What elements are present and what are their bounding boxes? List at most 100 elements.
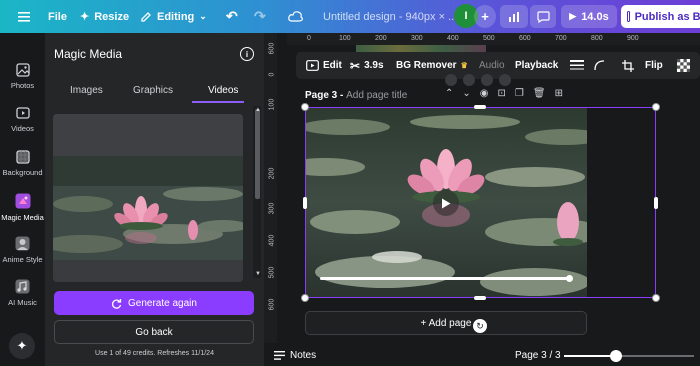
go-back-button[interactable]: Go back xyxy=(54,320,254,344)
notes-icon xyxy=(274,351,285,360)
resize-handle-right[interactable] xyxy=(654,197,658,209)
ruler-tick: 300 xyxy=(268,202,276,215)
rail-item-photos[interactable]: Photos xyxy=(0,63,45,90)
resize-handle-left[interactable] xyxy=(303,197,307,209)
page-title-row[interactable]: Page 3 - Add page title xyxy=(305,90,407,101)
notes-button[interactable]: Notes xyxy=(274,350,316,361)
resize-handle-top-right[interactable] xyxy=(652,103,660,111)
add-page-icon[interactable]: ⊞ xyxy=(555,88,563,99)
rail-label-background: Background xyxy=(2,168,43,177)
rail-label-ai-music: AI Music xyxy=(8,298,37,307)
insights-button[interactable] xyxy=(500,5,528,28)
left-rail: Photos Videos Background Magic Media Ani… xyxy=(0,33,45,366)
refresh-icon xyxy=(112,298,122,309)
generated-video-preview[interactable] xyxy=(53,114,243,282)
bg-remover-label: BG Remover xyxy=(396,60,457,71)
ruler-tick: 600 xyxy=(519,35,531,42)
scroll-down-arrow-icon[interactable]: ▼ xyxy=(255,271,261,277)
publish-button[interactable]: Publish as Bra xyxy=(621,5,700,28)
comments-button[interactable] xyxy=(530,5,556,28)
crop-icon[interactable] xyxy=(622,52,634,79)
rail-label-magic-media: Magic Media xyxy=(1,213,44,222)
trash-icon[interactable]: 🗑 xyxy=(533,88,546,99)
resize-handle-top-left[interactable] xyxy=(301,103,309,111)
scissors-icon: ✂ xyxy=(350,58,361,73)
ruler-tick: 400 xyxy=(268,234,276,247)
page-indicator[interactable]: Page 3 / 3 xyxy=(515,350,561,361)
photo-icon xyxy=(15,63,30,77)
rail-item-background[interactable]: Background xyxy=(0,150,45,177)
present-play-button[interactable]: ▶ 14.0s xyxy=(561,5,617,28)
chevron-down-icon[interactable]: ⌄ xyxy=(462,88,470,99)
playback-button[interactable]: Playback xyxy=(515,52,558,79)
edit-video-button[interactable]: Edit xyxy=(306,52,342,79)
tab-videos[interactable]: Videos xyxy=(208,85,238,96)
magic-media-icon xyxy=(15,193,30,209)
delete-quick-icon[interactable] xyxy=(481,74,493,86)
file-menu[interactable]: File xyxy=(48,0,67,33)
resize-label: Resize xyxy=(94,10,130,23)
undo-icon[interactable]: ↶ xyxy=(226,0,238,33)
tab-images[interactable]: Images xyxy=(70,85,103,96)
resize-handle-bottom-left[interactable] xyxy=(301,294,309,302)
corner-rounding-icon[interactable] xyxy=(594,52,605,79)
chevron-up-icon[interactable]: ⌃ xyxy=(445,88,453,99)
redo-icon[interactable]: ↷ xyxy=(254,0,266,33)
file-label: File xyxy=(48,10,67,23)
generate-again-button[interactable]: Generate again xyxy=(54,291,254,315)
editing-dropdown[interactable]: Editing ⌄ xyxy=(140,0,207,33)
duplicate-icon[interactable]: ❐ xyxy=(515,88,524,99)
resize-handle-top[interactable] xyxy=(474,105,486,109)
magic-sparkle-button[interactable]: ✦ xyxy=(9,333,35,359)
more-quick-icon[interactable] xyxy=(499,74,511,86)
ruler-tick: 900 xyxy=(627,35,639,42)
floating-quick-actions xyxy=(445,74,511,86)
info-icon[interactable]: i xyxy=(240,47,254,61)
horizontal-ruler: 0 100 200 300 400 500 600 700 800 900 xyxy=(287,33,700,45)
duration-label: 14.0s xyxy=(581,10,609,23)
anime-style-icon xyxy=(15,236,30,251)
menu-icon[interactable] xyxy=(18,0,30,33)
audio-label: Audio xyxy=(479,60,505,71)
pencil-icon xyxy=(141,11,151,22)
trim-button[interactable]: ✂ 3.9s xyxy=(350,52,384,79)
bar-chart-icon xyxy=(509,11,519,22)
resize-handle-bottom[interactable] xyxy=(474,296,486,300)
transparency-icon[interactable] xyxy=(677,52,690,79)
rail-item-ai-music[interactable]: AI Music xyxy=(0,279,45,307)
comment-quick-icon[interactable] xyxy=(445,74,457,86)
rail-label-videos: Videos xyxy=(11,124,34,133)
add-page-button[interactable]: + Add page xyxy=(305,311,587,335)
rail-label-anime-style: Anime Style xyxy=(2,255,43,264)
tab-graphics[interactable]: Graphics xyxy=(133,85,173,96)
lock-icon[interactable]: ⊡ xyxy=(498,88,506,99)
rail-item-magic-media[interactable]: Magic Media xyxy=(0,193,45,222)
panel-title: Magic Media xyxy=(54,47,123,61)
page-title-placeholder[interactable]: Add page title xyxy=(346,90,407,101)
ruler-tick: 600 xyxy=(268,298,276,311)
rail-item-anime-style[interactable]: Anime Style xyxy=(0,236,45,264)
editing-label: Editing xyxy=(157,10,195,23)
edit-label: Edit xyxy=(323,60,342,71)
resize-handle-bottom-right[interactable] xyxy=(652,294,660,302)
flip-label: Flip xyxy=(645,60,663,71)
add-collaborator-button[interactable]: + xyxy=(474,5,496,28)
cloud-sync-icon[interactable] xyxy=(288,0,303,33)
line-style-icon[interactable] xyxy=(570,52,584,79)
scroll-up-arrow-icon[interactable]: ▲ xyxy=(255,107,261,113)
copy-quick-icon[interactable] xyxy=(463,74,475,86)
video-edit-icon xyxy=(306,60,319,71)
sparkle-icon: ✦ xyxy=(16,338,28,353)
resize-button[interactable]: ✦ Resize xyxy=(80,0,129,33)
comment-icon xyxy=(536,10,550,23)
ruler-tick: 0 xyxy=(307,35,311,42)
ai-music-icon xyxy=(15,279,30,294)
flip-button[interactable]: Flip xyxy=(645,52,663,79)
refresh-icon[interactable]: ↻ xyxy=(473,319,487,333)
document-title[interactable]: Untitled design - 940px × ... xyxy=(323,0,457,33)
panel-scrollbar-thumb[interactable] xyxy=(255,109,260,199)
rail-item-videos[interactable]: Videos xyxy=(0,106,45,133)
zoom-slider-knob[interactable] xyxy=(610,350,622,362)
eye-icon[interactable]: ◉ xyxy=(480,88,489,99)
zoom-slider-fill xyxy=(564,355,616,357)
